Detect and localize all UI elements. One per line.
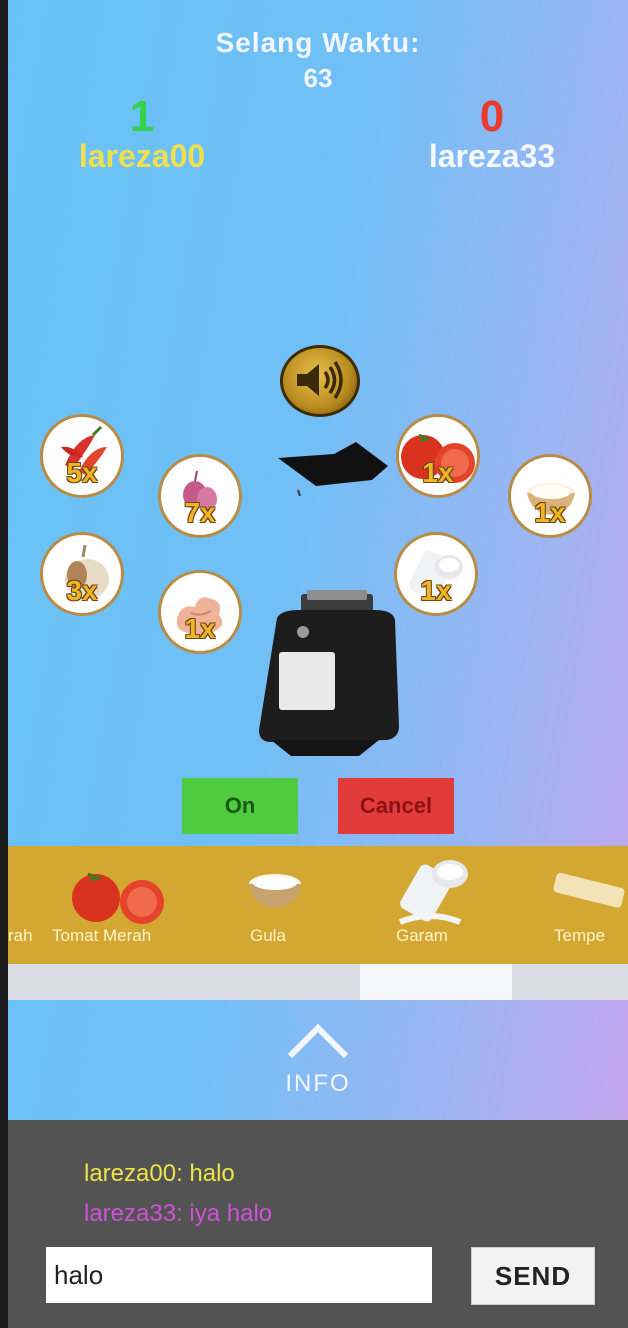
shelf-item-tomato[interactable]: Tomat Merah <box>52 926 151 946</box>
scrollbar-thumb[interactable] <box>360 964 512 1000</box>
ingredient-garlic[interactable]: 3x <box>40 532 124 616</box>
app-frame: Selang Waktu: 63 1 lareza00 0 lareza33 5… <box>0 0 628 1328</box>
timer-value: 63 <box>303 63 333 93</box>
tomato-icon[interactable] <box>68 866 168 928</box>
ingredient-qty: 3x <box>66 575 98 606</box>
cancel-button[interactable]: Cancel <box>338 778 454 834</box>
player1-score: 1 <box>129 92 155 141</box>
shelf-item-sugar[interactable]: Gula <box>250 926 286 946</box>
game-area: Selang Waktu: 63 1 lareza00 0 lareza33 5… <box>8 0 628 1120</box>
ingredient-qty: 1x <box>420 575 452 606</box>
player2-name: lareza33 <box>428 138 556 174</box>
ingredient-sugar[interactable]: 1x <box>508 454 592 538</box>
chat-input[interactable] <box>46 1247 432 1303</box>
player1-name: lareza00 <box>78 138 206 174</box>
chat-message: lareza33: iya halo <box>84 1200 273 1227</box>
ingredient-qty: 1x <box>184 613 216 644</box>
timer-label: Selang Waktu: <box>215 27 421 58</box>
ingredient-salt[interactable]: 1x <box>394 532 478 616</box>
on-button[interactable]: On <box>182 778 298 834</box>
salt-icon[interactable] <box>390 852 476 930</box>
ingredient-chili[interactable]: 5x <box>40 414 124 498</box>
shelf-item-salt[interactable]: Garam <box>396 926 448 946</box>
blender-lid-icon <box>278 442 388 496</box>
ingredient-qty: 1x <box>422 457 454 488</box>
ingredient-shelf[interactable]: rah Tomat Merah Gula Garam Tempe <box>8 846 628 964</box>
ingredient-qty: 5x <box>66 457 98 488</box>
ingredient-tomato[interactable]: 1x <box>396 414 480 498</box>
chat-panel: lareza00: halo lareza33: iya halo SEND <box>8 1120 628 1328</box>
shelf-item-partial[interactable]: rah <box>8 926 33 946</box>
ingredient-qty: 1x <box>534 497 566 528</box>
chevron-up-icon <box>287 1023 349 1059</box>
info-button[interactable]: INFO <box>8 1000 628 1120</box>
shelf-item-tempe[interactable]: Tempe <box>554 926 605 946</box>
info-label: INFO <box>285 1070 351 1097</box>
send-button[interactable]: SEND <box>471 1247 595 1305</box>
ingredient-qty: 7x <box>184 497 216 528</box>
shelf-scrollbar[interactable] <box>8 964 628 1000</box>
ingredient-shallot[interactable]: 7x <box>158 454 242 538</box>
chat-message: lareza00: halo <box>84 1160 235 1187</box>
sound-toggle-button[interactable] <box>280 345 360 417</box>
tempe-icon[interactable] <box>548 872 628 912</box>
sugar-bowl-icon[interactable] <box>246 872 304 912</box>
speaker-icon <box>297 361 343 399</box>
blender-icon[interactable] <box>251 590 399 758</box>
player2-score: 0 <box>479 92 505 141</box>
ingredient-ginger[interactable]: 1x <box>158 570 242 654</box>
